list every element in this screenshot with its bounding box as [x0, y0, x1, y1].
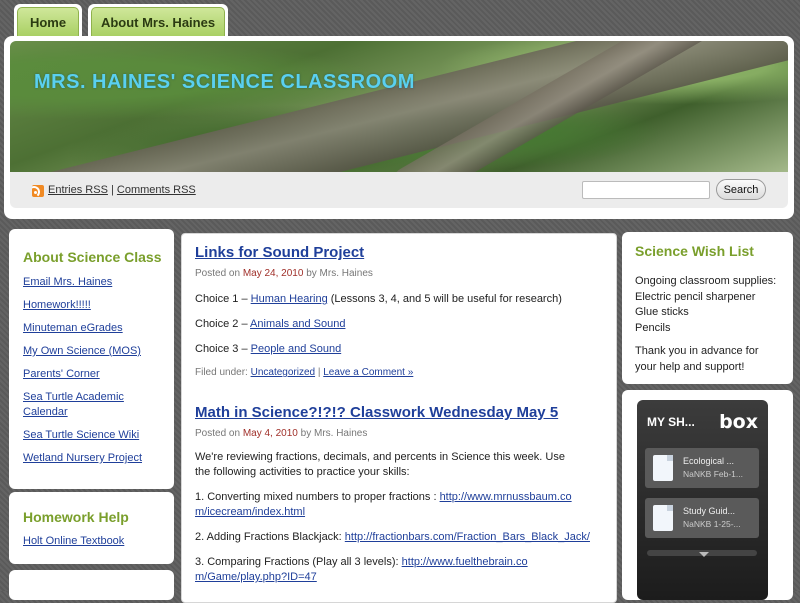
post-footer: Filed under: Uncategorized | Leave a Com…: [195, 367, 605, 378]
site-title[interactable]: MRS. HAINES' SCIENCE CLASSROOM: [34, 71, 415, 94]
list-item: Sea Turtle Science Wiki: [23, 428, 163, 443]
post-date: May 4, 2010: [242, 428, 298, 439]
list-item: Wetland Nursery Project: [23, 451, 163, 466]
post-meta: Posted on May 4, 2010 by Mrs. Haines: [195, 428, 605, 439]
main-content: Links for Sound Project Posted on May 24…: [181, 233, 617, 603]
leave-comment-link[interactable]: Leave a Comment »: [323, 367, 413, 378]
tab-about-label: About Mrs. Haines: [91, 7, 225, 37]
sidebar-about-title: About Science Class: [23, 249, 162, 265]
list-item: Homework!!!!!: [23, 298, 163, 313]
link-people-and-sound[interactable]: People and Sound: [251, 343, 342, 355]
box-file-list: Ecological ... NaNKB Feb-1... Study Guid…: [645, 448, 759, 548]
wish-line: Glue sticks: [635, 306, 689, 318]
post-meta: Posted on May 24, 2010 by Mrs. Haines: [195, 268, 605, 279]
list-item: Holt Online Textbook: [23, 534, 163, 549]
wish-list-items: Ongoing classroom supplies: Electric pen…: [635, 274, 785, 336]
wish-line: Electric pencil sharpener: [635, 290, 756, 303]
link-academic-calendar[interactable]: Sea Turtle Academic Calendar: [23, 391, 124, 418]
site-header: MRS. HAINES' SCIENCE CLASSROOM Entries R…: [4, 36, 794, 219]
header-subbar: Entries RSS | Comments RSS Search: [10, 172, 788, 208]
list-item: Minuteman eGrades: [23, 321, 163, 336]
banner-branch: [10, 41, 788, 172]
post-item: 2. Adding Fractions Blackjack: http://fr…: [195, 530, 605, 545]
post-line: Choice 3 – People and Sound: [195, 342, 605, 357]
post-author: by Mrs. Haines: [306, 268, 373, 279]
post-line: Choice 1 – Human Hearing (Lessons 3, 4, …: [195, 292, 605, 307]
line-prefix: Choice 1 –: [195, 293, 251, 305]
link-email-mrs-haines[interactable]: Email Mrs. Haines: [23, 276, 112, 288]
post-author: by Mrs. Haines: [300, 428, 368, 439]
link-wetland-nursery[interactable]: Wetland Nursery Project: [23, 452, 142, 464]
box-file-name: Ecological ...: [683, 456, 735, 466]
link-homework[interactable]: Homework!!!!!: [23, 299, 91, 311]
link-animals-and-sound[interactable]: Animals and Sound: [250, 318, 345, 330]
footer-separator: |: [317, 367, 321, 378]
search-input[interactable]: [582, 181, 710, 199]
box-widget-title: MY SH...: [647, 415, 695, 429]
rss-icon: [32, 185, 44, 197]
item-text: 3. Comparing Fractions (Play all 3 level…: [195, 556, 402, 568]
item-text: 1. Converting mixed numbers to proper fr…: [195, 491, 440, 503]
post-item: 1. Converting mixed numbers to proper fr…: [195, 490, 580, 520]
document-icon: [653, 505, 673, 531]
tab-home[interactable]: Home: [14, 4, 82, 37]
posted-on-label: Posted on: [195, 428, 241, 439]
feed-separator: |: [110, 184, 114, 196]
list-item: My Own Science (MOS): [23, 344, 163, 359]
post-item: 3. Comparing Fractions (Play all 3 level…: [195, 555, 535, 585]
item-text: 2. Adding Fractions Blackjack:: [195, 531, 345, 543]
post: Links for Sound Project Posted on May 24…: [195, 244, 605, 378]
sidebar-homework-help: Homework Help Holt Online Textbook: [9, 492, 174, 564]
entries-rss-link[interactable]: Entries RSS: [48, 184, 108, 196]
sidebar-about-links: Email Mrs. Haines Homework!!!!! Minutema…: [23, 275, 163, 474]
box-file-widget: MY SH... box Ecological ... NaNKB Feb-1.…: [637, 400, 768, 600]
link-my-own-science[interactable]: My Own Science (MOS): [23, 345, 141, 357]
search-button[interactable]: Search: [716, 179, 766, 200]
link-parents-corner[interactable]: Parents' Corner: [23, 368, 100, 380]
link-human-hearing[interactable]: Human Hearing: [251, 293, 328, 305]
wish-list-title: Science Wish List: [635, 243, 754, 259]
tab-about[interactable]: About Mrs. Haines: [88, 4, 228, 37]
post: Math in Science?!?!? Classwork Wednesday…: [195, 404, 605, 585]
category-link[interactable]: Uncategorized: [251, 367, 315, 378]
link-holt-textbook[interactable]: Holt Online Textbook: [23, 535, 124, 547]
line-suffix: (Lessons 3, 4, and 5 will be useful for …: [327, 293, 562, 305]
box-file-item[interactable]: Ecological ... NaNKB Feb-1...: [645, 448, 759, 488]
sidebar-about: About Science Class Email Mrs. Haines Ho…: [9, 229, 174, 489]
sidebar-next-widget: [9, 570, 174, 600]
post-title[interactable]: Links for Sound Project: [195, 244, 364, 261]
chevron-down-icon[interactable]: [699, 552, 709, 557]
sidebar-box-widget: MY SH... box Ecological ... NaNKB Feb-1.…: [622, 390, 793, 600]
box-file-meta: NaNKB 1-25-...: [683, 519, 741, 529]
posted-on-label: Posted on: [195, 268, 241, 279]
list-item: Parents' Corner: [23, 367, 163, 382]
sidebar-wish-list: Science Wish List Ongoing classroom supp…: [622, 232, 793, 384]
line-prefix: Choice 3 –: [195, 343, 251, 355]
sidebar-homework-title: Homework Help: [23, 509, 129, 525]
header-banner-image: MRS. HAINES' SCIENCE CLASSROOM: [10, 41, 788, 172]
feed-links: Entries RSS | Comments RSS: [48, 184, 196, 196]
box-file-name: Study Guid...: [683, 506, 736, 516]
wish-list-thanks: Thank you in advance for your help and s…: [635, 345, 759, 373]
post-line: Choice 2 – Animals and Sound: [195, 317, 605, 332]
line-prefix: Choice 2 –: [195, 318, 251, 330]
box-file-meta: NaNKB Feb-1...: [683, 469, 743, 479]
list-item: Email Mrs. Haines: [23, 275, 163, 290]
link-fractionbars[interactable]: http://fractionbars.com/Fraction_Bars_Bl…: [345, 531, 590, 543]
box-file-item[interactable]: Study Guid... NaNKB 1-25-...: [645, 498, 759, 538]
wish-line: Pencils: [635, 321, 671, 334]
wish-line: Ongoing classroom supplies:: [635, 275, 777, 287]
post-date: May 24, 2010: [242, 268, 304, 279]
tab-home-label: Home: [17, 7, 79, 37]
comments-rss-link[interactable]: Comments RSS: [117, 184, 196, 196]
link-science-wiki[interactable]: Sea Turtle Science Wiki: [23, 429, 139, 441]
document-icon: [653, 455, 673, 481]
link-minuteman-egrades[interactable]: Minuteman eGrades: [23, 322, 123, 334]
post-intro: We're reviewing fractions, decimals, and…: [195, 451, 565, 478]
sidebar-homework-links: Holt Online Textbook: [23, 534, 163, 557]
list-item: Sea Turtle Academic Calendar: [23, 390, 163, 420]
post-title[interactable]: Math in Science?!?!? Classwork Wednesday…: [195, 404, 558, 421]
filed-under-label: Filed under:: [195, 367, 248, 378]
box-logo[interactable]: box: [719, 411, 758, 433]
